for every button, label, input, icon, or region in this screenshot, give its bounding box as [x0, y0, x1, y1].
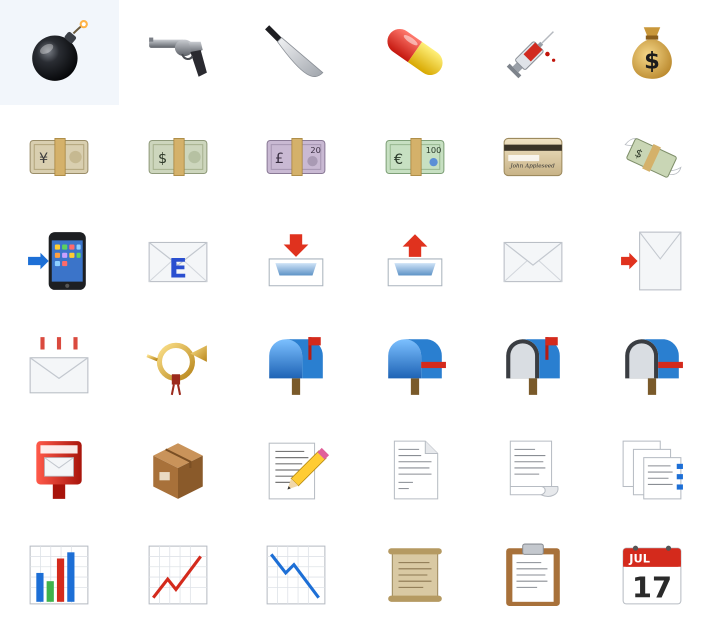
cell-yen[interactable]: ¥ [0, 105, 119, 210]
envelope-with-arrow-icon [29, 336, 89, 394]
cell-bookmark-tabs[interactable] [593, 418, 711, 523]
cell-dollar[interactable]: $ [119, 105, 238, 210]
pound-symbol: £ [275, 151, 284, 167]
cell-mobile-arrow[interactable] [0, 209, 119, 314]
scroll-icon [387, 547, 442, 602]
cell-pound[interactable]: £ 20 [237, 105, 356, 210]
dollar-banknote-icon: $ [148, 137, 208, 176]
cell-inbox[interactable] [237, 209, 356, 314]
cell-mailbox-open-up[interactable] [474, 314, 593, 419]
pound-denomination: 20 [311, 145, 322, 155]
cell-envelope[interactable] [474, 209, 593, 314]
closed-mailbox-raised-flag-icon [269, 336, 324, 395]
yen-symbol: ¥ [39, 151, 48, 167]
yen-banknote-icon: ¥ [29, 137, 89, 176]
inbox-tray-icon [268, 234, 324, 287]
cell-bomb[interactable] [0, 0, 119, 105]
bomb-icon [32, 20, 89, 82]
cell-syringe[interactable] [474, 0, 593, 105]
cell-mailbox-closed-up[interactable] [237, 314, 356, 419]
outbox-tray-icon [387, 234, 443, 287]
calendar-day: 17 [632, 570, 672, 604]
cell-clipboard[interactable] [474, 523, 593, 627]
euro-banknote-icon: € 100 [385, 137, 445, 176]
e-mail-letter: E [169, 254, 187, 285]
cell-postbox[interactable] [0, 418, 119, 523]
cell-chart-increasing[interactable] [119, 523, 238, 627]
credit-card-name: John Appleseed [510, 163, 556, 169]
calendar-month: JUL [628, 551, 650, 565]
postbox-icon [36, 441, 82, 500]
cell-mailbox-open-down[interactable] [593, 314, 711, 419]
cell-credit-card[interactable]: John Appleseed [474, 105, 593, 210]
dollar-symbol: $ [158, 151, 167, 167]
cell-incoming-envelope[interactable] [593, 209, 711, 314]
cell-package[interactable] [119, 418, 238, 523]
page-facing-up-icon [393, 440, 438, 500]
pill-icon [387, 29, 443, 76]
cell-chart-decreasing[interactable] [237, 523, 356, 627]
calendar-icon: JUL 17 [622, 545, 682, 604]
cell-revolver[interactable] [119, 0, 238, 105]
cell-money-bag[interactable]: $ [593, 0, 711, 105]
chart-increasing-icon [148, 545, 208, 605]
cell-bar-chart[interactable] [0, 523, 119, 627]
cell-memo[interactable] [237, 418, 356, 523]
cell-postal-horn[interactable] [119, 314, 238, 419]
knife-icon [265, 25, 324, 78]
cell-calendar[interactable]: JUL 17 [593, 523, 711, 627]
cell-euro[interactable]: € 100 [356, 105, 475, 210]
euro-symbol: € [394, 152, 403, 168]
closed-mailbox-lowered-flag-icon [387, 338, 446, 395]
money-bag-icon: $ [631, 27, 672, 80]
cell-mailbox-closed-down[interactable] [356, 314, 475, 419]
money-bag-symbol: $ [644, 49, 660, 75]
cell-page-facing-up[interactable] [356, 418, 475, 523]
e-mail-icon: E [148, 242, 208, 285]
chart-decreasing-icon [266, 545, 326, 605]
memo-icon [268, 442, 330, 500]
cell-money-wings[interactable]: $ [593, 105, 711, 210]
incoming-envelope-icon [620, 231, 682, 291]
package-icon [153, 443, 203, 500]
credit-card-icon: John Appleseed [503, 137, 563, 176]
bar-chart-icon [29, 545, 89, 605]
emoji-grid: $ ¥ $ £ 20 € 100 John Appleseed $ E JUL … [0, 0, 711, 627]
syringe-icon [506, 31, 556, 79]
cell-page-with-curl[interactable] [474, 418, 593, 523]
money-with-wings-icon: $ [624, 137, 682, 178]
cell-scroll[interactable] [356, 523, 475, 627]
cell-knife[interactable] [237, 0, 356, 105]
clipboard-icon [506, 543, 561, 606]
cell-pill[interactable] [356, 0, 475, 105]
open-mailbox-raised-flag-icon [506, 336, 561, 395]
page-with-curl-icon [510, 440, 559, 498]
envelope-icon [503, 242, 563, 283]
pound-banknote-icon: £ 20 [266, 137, 326, 176]
euro-denomination: 100 [425, 145, 441, 155]
bookmark-tabs-icon [622, 440, 683, 500]
mobile-phone-with-arrow-icon [28, 232, 87, 291]
cell-outbox[interactable] [356, 209, 475, 314]
revolver-icon [148, 37, 207, 77]
cell-e-mail[interactable]: E [119, 209, 238, 314]
cell-envelope-arrow[interactable] [0, 314, 119, 419]
open-mailbox-lowered-flag-icon [624, 338, 683, 395]
postal-horn-icon [146, 342, 207, 395]
